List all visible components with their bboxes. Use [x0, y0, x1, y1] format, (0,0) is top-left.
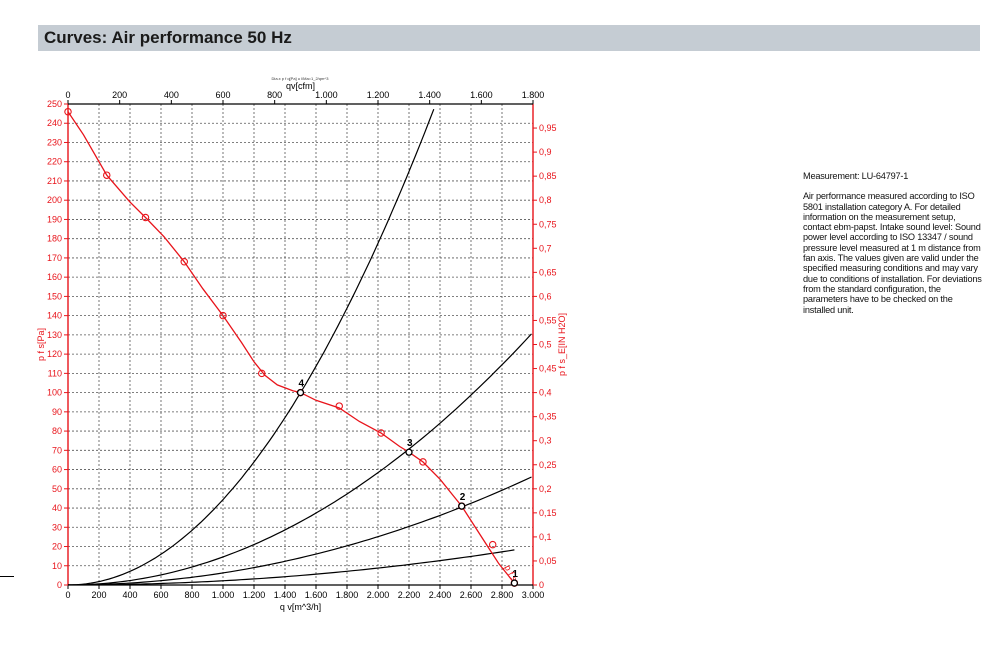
x-top-tick-label: 1.000	[315, 90, 338, 100]
operating-point-label: 2	[460, 492, 466, 503]
y-right-tick-label: 0,05	[539, 556, 557, 566]
y-tick-label: 10	[52, 561, 62, 571]
y-tick-label: 140	[47, 311, 62, 321]
operating-point-label: 4	[299, 379, 305, 390]
x-top-tick-label: 1.800	[522, 90, 545, 100]
y-right-tick-label: 0,55	[539, 315, 557, 325]
y-tick-label: 0	[57, 580, 62, 590]
y-right-tick-label: 0,3	[539, 436, 552, 446]
x-tick-label: 2.400	[429, 590, 452, 600]
y-right-tick-label: 0,6	[539, 291, 552, 301]
y-right-tick-label: 0,95	[539, 123, 557, 133]
y-tick-label: 120	[47, 349, 62, 359]
y-tick-label: 20	[52, 542, 62, 552]
x-tick-label: 1.400	[274, 590, 297, 600]
y-tick-label: 230	[47, 137, 62, 147]
y-tick-label: 160	[47, 272, 62, 282]
y-right-tick-label: 0,85	[539, 171, 557, 181]
y-tick-label: 130	[47, 330, 62, 340]
y-right-tick-label: 0,8	[539, 195, 552, 205]
y-tick-label: 240	[47, 118, 62, 128]
y-tick-label: 170	[47, 253, 62, 263]
x-top-axis-label: qv[cfm]	[286, 81, 315, 91]
x-top-tick-label: 0	[65, 90, 70, 100]
x-tick-label: 1.800	[336, 590, 359, 600]
system-curve-4	[68, 108, 435, 585]
air-performance-chart: 0 200 400 600 800 1.000 1.200 1.400 1.600 1.800 2.…	[36, 81, 567, 612]
margin-mark	[0, 576, 14, 577]
x-tick-label: 2.200	[398, 590, 421, 600]
x-tick-label: 1.200	[243, 590, 266, 600]
x-tick-label: 2.000	[367, 590, 390, 600]
x-tick-label: 2.600	[460, 590, 483, 600]
y-tick-label: 250	[47, 99, 62, 109]
operating-point-2	[458, 502, 466, 510]
y-right-tick-label: 0,45	[539, 364, 557, 374]
x-top-tick-label: 600	[215, 90, 230, 100]
y-right-tick-label: 0	[539, 580, 544, 590]
x-tick-label: 400	[122, 590, 137, 600]
y-tick-label: 80	[52, 426, 62, 436]
y-right-tick-label: 0,1	[539, 532, 552, 542]
x-top-tick-label: 1.400	[418, 90, 441, 100]
x-tick-label: 1.600	[305, 590, 328, 600]
x-top-tick-label: 1.200	[367, 90, 390, 100]
y-tick-label: 220	[47, 157, 62, 167]
y-right-tick-label: 0,15	[539, 508, 557, 518]
y-tick-label: 180	[47, 234, 62, 244]
y-right-tick-label: 0,2	[539, 484, 552, 494]
y-right-tick-label: 0,35	[539, 412, 557, 422]
measurement-description: Air performance measured according to IS…	[803, 191, 982, 315]
y-right-tick-label: 0,5	[539, 340, 552, 350]
operating-point-4	[296, 388, 305, 397]
y-right-tick-label: 0,75	[539, 219, 557, 229]
x-tick-label: 3.000	[522, 590, 545, 600]
x-tick-label: 600	[153, 590, 168, 600]
measurement-note: Measurement: LU-64797-1 Air performance …	[803, 171, 985, 315]
x-tick-label: 0	[65, 590, 70, 600]
grid-lines	[68, 104, 533, 585]
y-tick-label: 90	[52, 407, 62, 417]
operating-point-1	[510, 579, 519, 587]
y-axis-label: p f s[Pa]	[36, 328, 46, 361]
y-right-tick-label: 0,25	[539, 460, 557, 470]
measurement-id: Measurement: LU-64797-1	[803, 171, 909, 181]
y-tick-label: 200	[47, 195, 62, 205]
y-tick-label: 150	[47, 291, 62, 301]
y-tick-label: 30	[52, 522, 62, 532]
x-top-tick-label: 800	[267, 90, 282, 100]
y-right-axis-label: p f s_E[IN H2O]	[557, 313, 567, 376]
x-tick-label: 800	[184, 590, 199, 600]
x-tick-label: 1.000	[212, 590, 235, 600]
x-top-tick-label: 1.600	[470, 90, 493, 100]
x-tick-label: 2.800	[491, 590, 514, 600]
y-right-tick-label: 0,4	[539, 388, 552, 398]
system-curve-3	[68, 333, 532, 585]
y-tick-label: 210	[47, 176, 62, 186]
x-axis-label: q v[m^3/h]	[280, 602, 321, 612]
x-top-tick-label: 200	[112, 90, 127, 100]
x-top-tick-label: 400	[164, 90, 179, 100]
operating-point-label: 3	[407, 438, 413, 449]
y-tick-label: 50	[52, 484, 62, 494]
y-tick-label: 60	[52, 465, 62, 475]
y-tick-label: 110	[48, 368, 62, 378]
y-tick-label: 100	[47, 388, 62, 398]
y-tick-label: 70	[52, 445, 62, 455]
y-right-tick-label: 0,65	[539, 267, 557, 277]
y-tick-label: 190	[47, 214, 62, 224]
x-tick-label: 200	[91, 590, 106, 600]
operating-point-label: 1	[512, 569, 518, 580]
operating-point-3	[405, 448, 413, 456]
y-tick-label: 40	[52, 503, 62, 513]
y-right-tick-label: 0,7	[539, 243, 552, 253]
y-right-tick-label: 0,9	[539, 147, 552, 157]
